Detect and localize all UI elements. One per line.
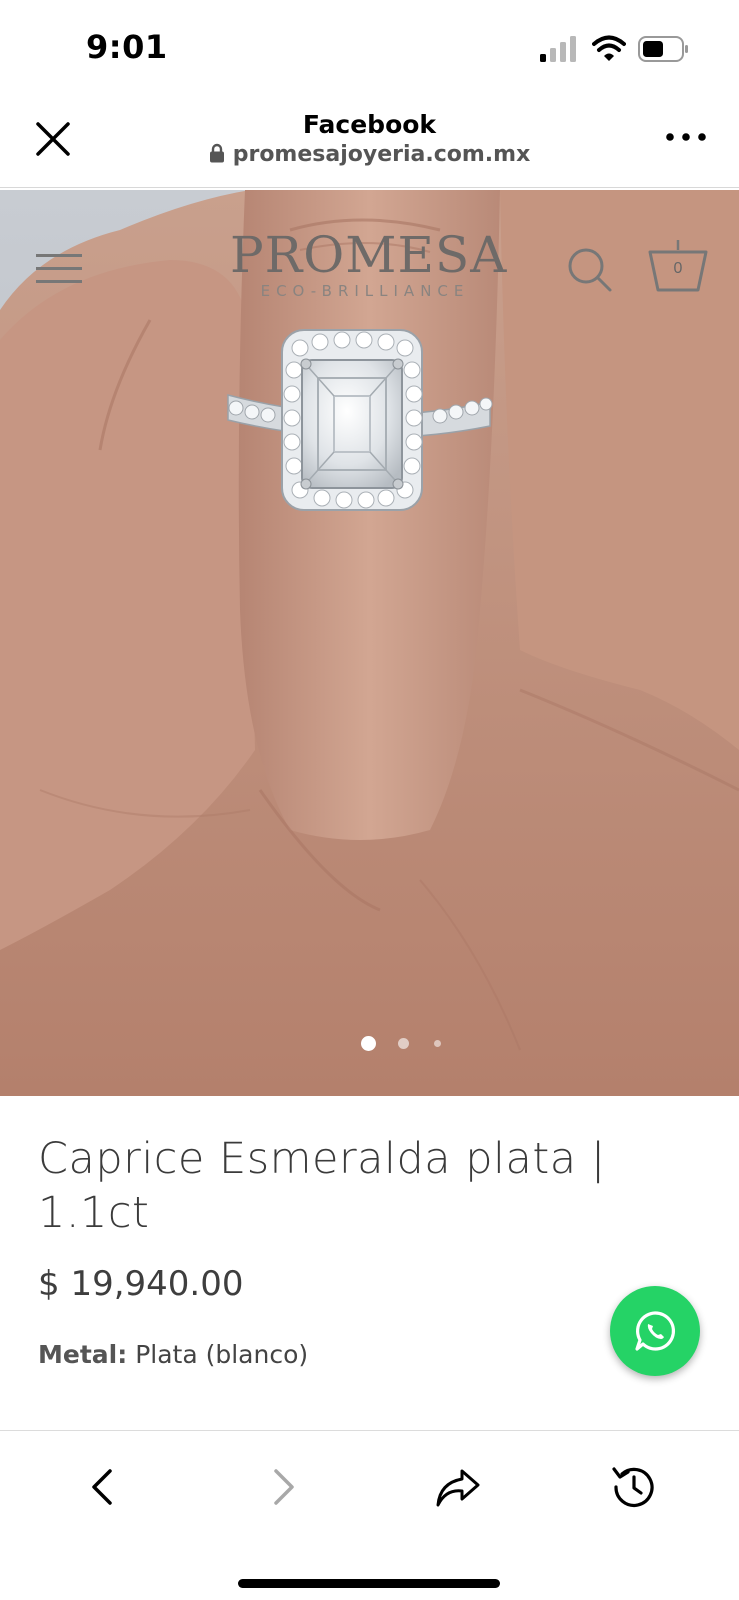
browser-title: Facebook xyxy=(302,110,437,139)
menu-icon[interactable] xyxy=(36,250,84,286)
cellular-signal-icon xyxy=(540,36,576,62)
product-metal: Metal: Plata (blanco) xyxy=(38,1340,308,1369)
wifi-icon xyxy=(592,35,626,61)
metal-label: Metal: xyxy=(38,1340,128,1369)
home-indicator xyxy=(238,1579,500,1588)
product-image-carousel[interactable]: PROMESA ECO-BRILLIANCE 0 xyxy=(0,190,739,1096)
browser-url-text: promesajoyeria.com.mx xyxy=(232,142,531,167)
product-info: Caprice Esmeralda plata | 1.1ct $ 19,940… xyxy=(0,1096,739,1430)
battery-icon xyxy=(638,36,688,62)
product-price: $ 19,940.00 xyxy=(38,1264,244,1304)
forward-icon[interactable] xyxy=(254,1459,310,1515)
cart-button[interactable]: 0 xyxy=(646,238,710,294)
carousel-dot-3[interactable] xyxy=(434,1040,441,1047)
history-icon[interactable] xyxy=(606,1459,662,1515)
metal-value: Plata (blanco) xyxy=(135,1340,309,1369)
carousel-dot-1[interactable] xyxy=(361,1036,376,1051)
status-bar: 9:01 xyxy=(0,0,739,100)
status-time: 9:01 xyxy=(86,28,168,66)
whatsapp-icon xyxy=(635,1311,675,1351)
logo-tagline: ECO-BRILLIANCE xyxy=(260,282,470,300)
search-icon[interactable] xyxy=(566,246,614,294)
lock-icon xyxy=(209,143,224,163)
site-logo[interactable]: PROMESA ECO-BRILLIANCE xyxy=(230,226,508,300)
browser-toolbar xyxy=(0,1430,739,1600)
share-icon[interactable] xyxy=(430,1459,486,1515)
logo-text: PROMESA xyxy=(230,226,508,284)
whatsapp-button[interactable] xyxy=(610,1286,700,1376)
carousel-dot-2[interactable] xyxy=(398,1038,409,1049)
product-title: Caprice Esmeralda plata | 1.1ct xyxy=(38,1134,606,1238)
browser-url[interactable]: promesajoyeria.com.mx xyxy=(0,142,739,167)
back-icon[interactable] xyxy=(76,1459,132,1515)
in-app-browser-header: Facebook promesajoyeria.com.mx xyxy=(0,100,739,188)
cart-count: 0 xyxy=(673,260,683,277)
site-nav: PROMESA ECO-BRILLIANCE 0 xyxy=(0,190,739,330)
more-icon[interactable] xyxy=(664,122,708,152)
